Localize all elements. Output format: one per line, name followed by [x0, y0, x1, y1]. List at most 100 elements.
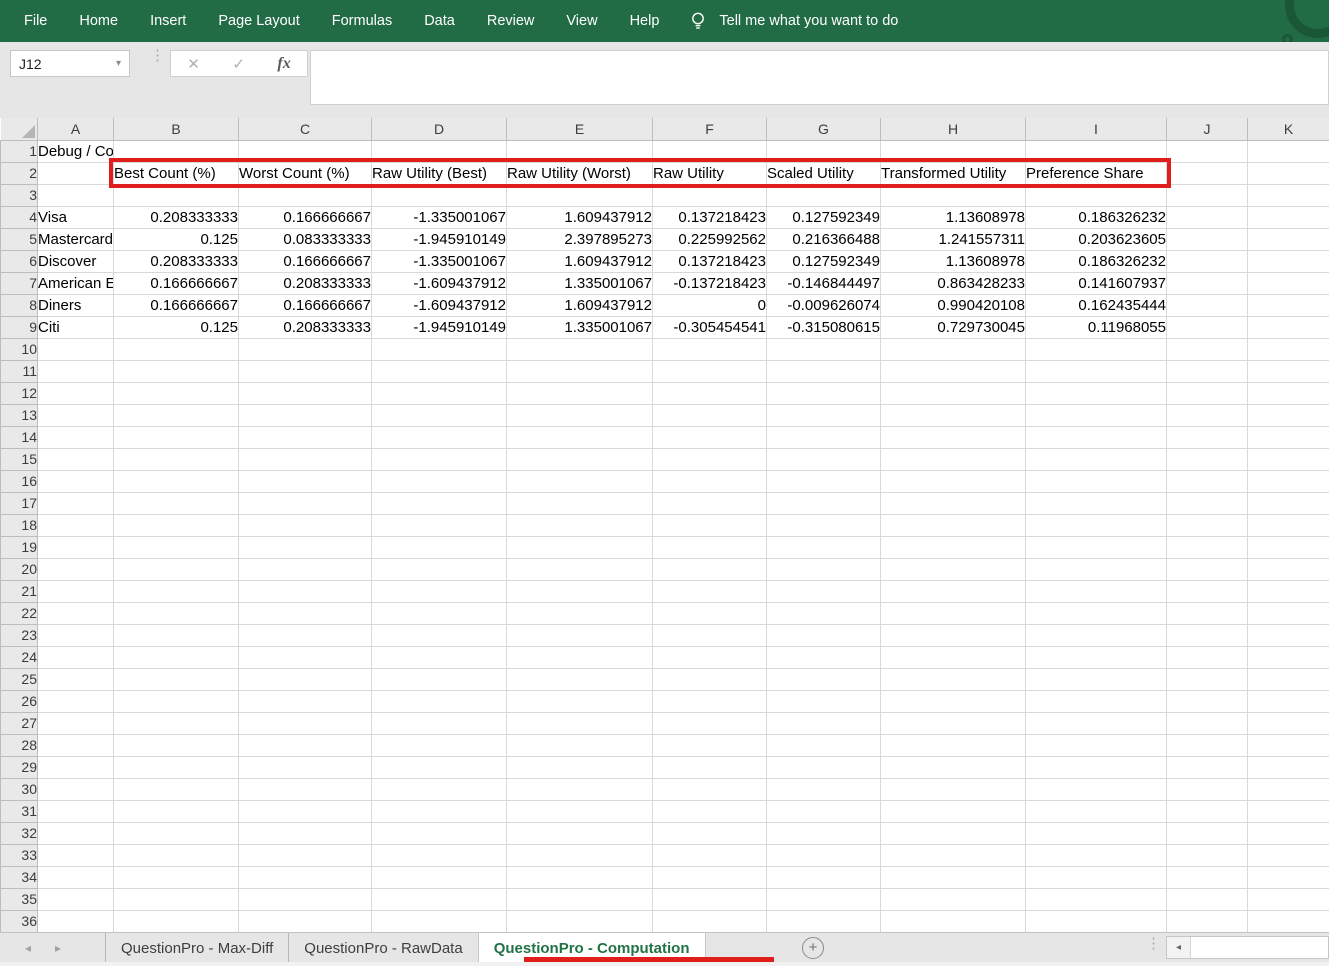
row-header-20[interactable]: 20: [1, 558, 38, 580]
cell[interactable]: Diners: [38, 294, 114, 316]
cell[interactable]: [767, 470, 881, 492]
cell[interactable]: -0.146844497: [767, 272, 881, 294]
cell[interactable]: [881, 470, 1026, 492]
cell[interactable]: 0.137218423: [653, 250, 767, 272]
ribbon-tab-home[interactable]: Home: [63, 0, 134, 42]
cell[interactable]: [1026, 866, 1167, 888]
cell[interactable]: [1167, 558, 1248, 580]
cell[interactable]: 1.609437912: [507, 206, 653, 228]
cell[interactable]: 0.208333333: [239, 272, 372, 294]
row-header-28[interactable]: 28: [1, 734, 38, 756]
cell[interactable]: 0.990420108: [881, 294, 1026, 316]
cell[interactable]: [507, 338, 653, 360]
cell[interactable]: 0.125: [114, 228, 239, 250]
cell[interactable]: [239, 558, 372, 580]
row-header-24[interactable]: 24: [1, 646, 38, 668]
cell[interactable]: [653, 360, 767, 382]
cell[interactable]: [767, 514, 881, 536]
cell[interactable]: [372, 668, 507, 690]
cell[interactable]: [1026, 536, 1167, 558]
cell[interactable]: [372, 382, 507, 404]
ribbon-tab-insert[interactable]: Insert: [134, 0, 202, 42]
cell[interactable]: [881, 426, 1026, 448]
cell[interactable]: [239, 470, 372, 492]
row-header-16[interactable]: 16: [1, 470, 38, 492]
cell[interactable]: [881, 646, 1026, 668]
row-header-9[interactable]: 9: [1, 316, 38, 338]
cell[interactable]: [1167, 690, 1248, 712]
cell[interactable]: 0.208333333: [114, 206, 239, 228]
tab-scroll-right-icon[interactable]: ▸: [48, 933, 68, 963]
cell[interactable]: [239, 448, 372, 470]
scrollbar-thumb[interactable]: [1191, 937, 1328, 958]
cell[interactable]: [653, 382, 767, 404]
cell[interactable]: [38, 536, 114, 558]
cell[interactable]: [38, 470, 114, 492]
cell[interactable]: 0.729730045: [881, 316, 1026, 338]
cell[interactable]: [372, 338, 507, 360]
row-header-34[interactable]: 34: [1, 866, 38, 888]
cell[interactable]: [114, 404, 239, 426]
cell[interactable]: [372, 184, 507, 206]
cell[interactable]: [507, 712, 653, 734]
cell[interactable]: [1248, 448, 1329, 470]
cell[interactable]: [767, 734, 881, 756]
cell[interactable]: [881, 448, 1026, 470]
cell[interactable]: [767, 624, 881, 646]
cell[interactable]: [114, 910, 239, 932]
cell[interactable]: [239, 404, 372, 426]
cell[interactable]: [372, 910, 507, 932]
cell[interactable]: [372, 558, 507, 580]
cell[interactable]: [1248, 316, 1329, 338]
cell[interactable]: [1167, 492, 1248, 514]
cell[interactable]: -1.945910149: [372, 228, 507, 250]
cell[interactable]: [881, 756, 1026, 778]
cell[interactable]: [114, 514, 239, 536]
cell[interactable]: [767, 140, 881, 162]
cell[interactable]: 0.166666667: [239, 294, 372, 316]
ribbon-tab-data[interactable]: Data: [408, 0, 471, 42]
cell[interactable]: [507, 514, 653, 536]
cell[interactable]: [653, 712, 767, 734]
cell[interactable]: [239, 668, 372, 690]
cell[interactable]: 2.397895273: [507, 228, 653, 250]
cell[interactable]: [1248, 294, 1329, 316]
cell[interactable]: [881, 360, 1026, 382]
cell[interactable]: [653, 800, 767, 822]
cell[interactable]: [239, 910, 372, 932]
cell[interactable]: Discover: [38, 250, 114, 272]
cell[interactable]: [114, 734, 239, 756]
column-header-F[interactable]: F: [653, 118, 767, 140]
cell[interactable]: [38, 712, 114, 734]
ribbon-tab-formulas[interactable]: Formulas: [316, 0, 408, 42]
cell[interactable]: [1167, 888, 1248, 910]
cell[interactable]: [881, 558, 1026, 580]
cell[interactable]: [38, 184, 114, 206]
cell[interactable]: [239, 624, 372, 646]
cell[interactable]: [239, 690, 372, 712]
cell[interactable]: [1026, 690, 1167, 712]
cell[interactable]: [881, 734, 1026, 756]
cell[interactable]: [372, 448, 507, 470]
cell[interactable]: 0.127592349: [767, 206, 881, 228]
cell[interactable]: [372, 778, 507, 800]
row-header-3[interactable]: 3: [1, 184, 38, 206]
cell[interactable]: [1026, 382, 1167, 404]
cell[interactable]: [653, 690, 767, 712]
cell[interactable]: -1.335001067: [372, 206, 507, 228]
cell[interactable]: [1167, 426, 1248, 448]
cell[interactable]: [1167, 866, 1248, 888]
ribbon-tab-help[interactable]: Help: [614, 0, 676, 42]
cell[interactable]: [1167, 712, 1248, 734]
cell[interactable]: [1167, 910, 1248, 932]
cell[interactable]: [1167, 206, 1248, 228]
row-header-23[interactable]: 23: [1, 624, 38, 646]
cell[interactable]: [1248, 382, 1329, 404]
column-header-J[interactable]: J: [1167, 118, 1248, 140]
column-header-I[interactable]: I: [1026, 118, 1167, 140]
cell[interactable]: [1248, 404, 1329, 426]
cell[interactable]: [507, 536, 653, 558]
enter-icon[interactable]: ✓: [232, 55, 245, 73]
cell[interactable]: [239, 536, 372, 558]
cell[interactable]: [507, 426, 653, 448]
